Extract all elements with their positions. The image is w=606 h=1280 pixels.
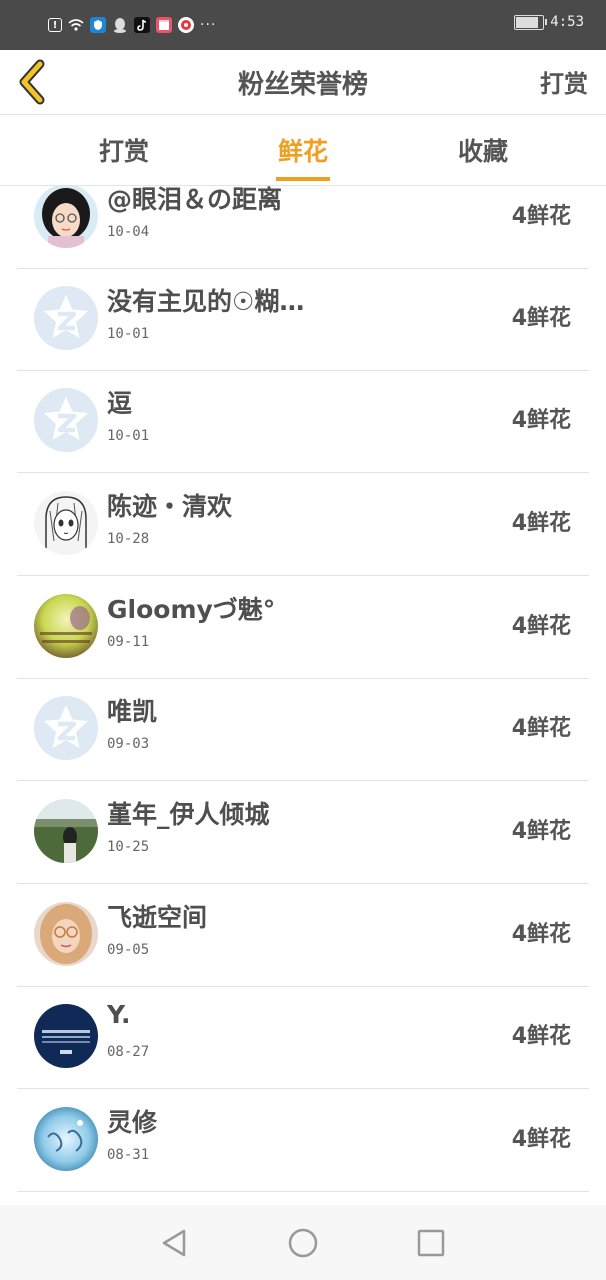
nav-home-button[interactable]: [283, 1225, 323, 1261]
flower-count: 4鲜花: [511, 922, 571, 947]
nav-back-button[interactable]: [154, 1225, 194, 1261]
active-tab-indicator: [276, 177, 330, 181]
battery-icon: [514, 14, 548, 30]
red-app-icon: [178, 17, 194, 33]
flower-count: 4鲜花: [511, 408, 571, 433]
status-time: 4:53: [550, 14, 584, 30]
tab-favorites[interactable]: 收藏: [413, 115, 553, 185]
fan-name: Y.: [107, 1000, 131, 1029]
list-item[interactable]: 唯凯 09-03 4鲜花: [17, 678, 589, 781]
default-avatar-icon: [34, 696, 98, 760]
list-item[interactable]: 逗 10-01 4鲜花: [17, 370, 589, 473]
fan-name: 逗: [107, 389, 133, 418]
status-right: 4:53: [514, 14, 584, 30]
list-item[interactable]: 陈迹・清欢 10-28 4鲜花: [17, 473, 589, 576]
fan-date: 10-01: [107, 326, 150, 342]
list-item[interactable]: Y. 08-27 4鲜花: [17, 986, 589, 1089]
status-bar: ! ··· 4:53: [0, 0, 606, 50]
alert-icon: !: [48, 18, 62, 32]
list-item[interactable]: 没有主见的☉糊… 10-01 4鲜花: [17, 268, 589, 371]
avatar: [34, 186, 98, 248]
fan-date: 09-11: [107, 634, 150, 650]
avatar: [34, 799, 98, 863]
fan-date: 08-27: [107, 1044, 150, 1060]
more-notifications-icon: ···: [200, 17, 217, 33]
list-item[interactable]: Gloomyづ魅° 09-11 4鲜花: [17, 576, 589, 679]
avatar: [34, 696, 98, 760]
avatar: [34, 1004, 98, 1068]
fan-name: 飞逝空间: [107, 903, 208, 932]
tiktok-icon: [134, 17, 150, 33]
fan-name: 陈迹・清欢: [107, 492, 233, 521]
flower-count: 4鲜花: [511, 614, 571, 639]
fan-name: 没有主见的☉糊…: [107, 287, 305, 316]
list-item[interactable]: @眼泪＆の距离 10-04 4鲜花: [17, 186, 589, 269]
default-avatar-icon: [34, 388, 98, 452]
avatar: [34, 1107, 98, 1171]
flower-count: 4鲜花: [511, 511, 571, 536]
page-title: 粉丝荣誉榜: [237, 70, 368, 100]
fan-name: 堇年_伊人倾城: [107, 800, 270, 829]
flower-count: 4鲜花: [511, 716, 571, 741]
fan-date: 10-28: [107, 531, 150, 547]
tab-bar: 打赏 鲜花 收藏: [0, 115, 606, 186]
fan-date: 10-04: [107, 224, 150, 240]
status-icons: ! ···: [48, 14, 216, 36]
fan-name: @眼泪＆の距离: [107, 186, 283, 214]
header: 粉丝荣誉榜 打赏: [0, 50, 606, 115]
list-item[interactable]: 灵修 08-31 4鲜花: [17, 1089, 589, 1192]
fan-date: 08-31: [107, 1147, 150, 1163]
flower-count: 4鲜花: [511, 819, 571, 844]
fan-name: Gloomyづ魅°: [107, 595, 276, 624]
shield-app-icon: [90, 17, 106, 33]
avatar: [34, 594, 98, 658]
square-recent-icon: [417, 1229, 445, 1257]
flower-count: 4鲜花: [511, 1127, 571, 1152]
flower-count: 4鲜花: [511, 204, 571, 229]
fan-list[interactable]: @眼泪＆の距离 10-04 4鲜花 没有主见的☉糊… 10-01 4鲜花 逗 1…: [0, 186, 606, 1205]
avatar: [34, 286, 98, 350]
list-item[interactable]: 飞逝空间 09-05 4鲜花: [17, 884, 589, 987]
flower-count: 4鲜花: [511, 1024, 571, 1049]
circle-home-icon: [288, 1228, 318, 1258]
fan-date: 09-03: [107, 736, 150, 752]
system-nav-bar: [0, 1205, 606, 1280]
fan-name: 唯凯: [107, 697, 158, 726]
fan-date: 09-05: [107, 942, 150, 958]
qq-icon: [112, 17, 128, 33]
fan-date: 10-25: [107, 839, 150, 855]
wifi-icon: [68, 17, 84, 33]
avatar: [34, 491, 98, 555]
tab-flowers[interactable]: 鲜花: [233, 115, 373, 185]
avatar: [34, 388, 98, 452]
triangle-back-icon: [162, 1229, 186, 1257]
tab-reward[interactable]: 打赏: [54, 115, 194, 185]
fan-name: 灵修: [107, 1108, 158, 1137]
avatar: [34, 902, 98, 966]
flower-count: 4鲜花: [511, 306, 571, 331]
list-item[interactable]: 堇年_伊人倾城 10-25 4鲜花: [17, 781, 589, 884]
fan-date: 10-01: [107, 428, 150, 444]
reward-link[interactable]: 打赏: [540, 64, 588, 99]
calendar-app-icon: [156, 17, 172, 33]
default-avatar-icon: [34, 286, 98, 350]
nav-recent-button[interactable]: [411, 1225, 451, 1261]
